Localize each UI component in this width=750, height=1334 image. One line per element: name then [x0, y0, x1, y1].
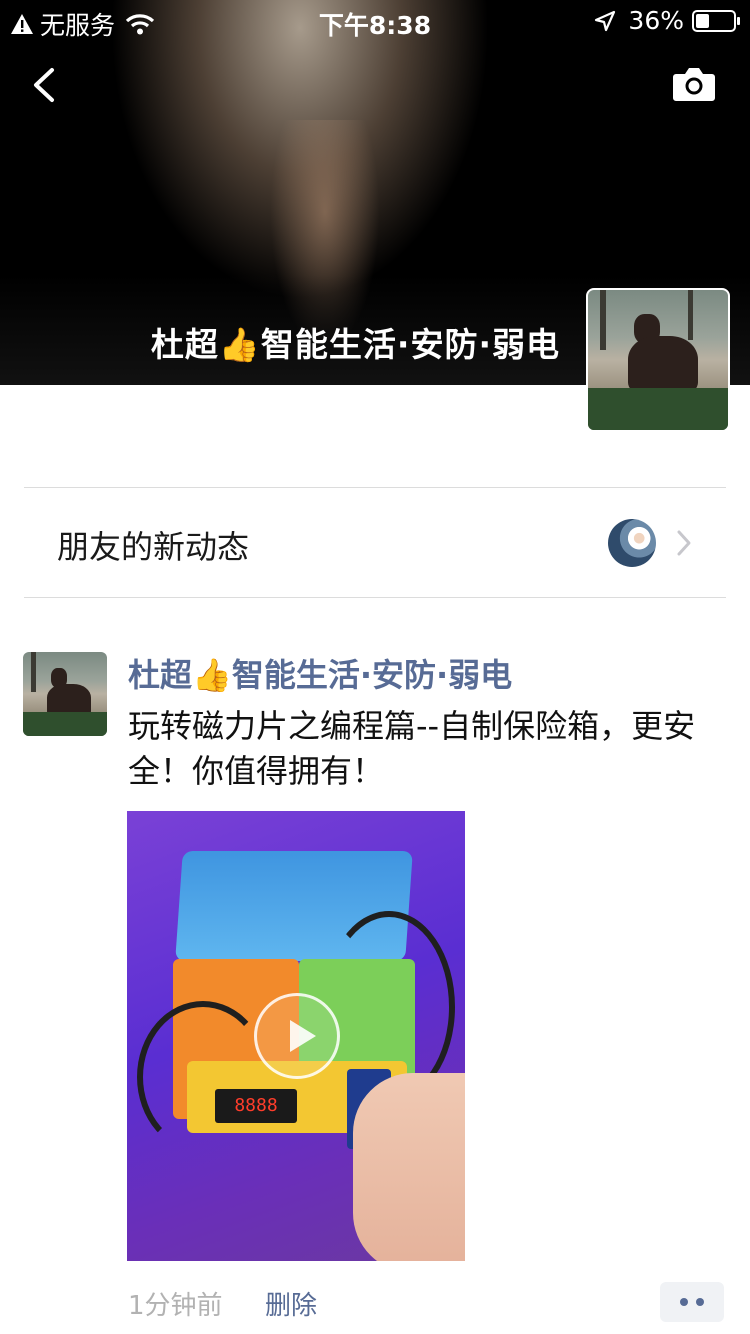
video-hand — [353, 1073, 465, 1261]
more-icon — [680, 1298, 688, 1306]
location-icon — [595, 10, 616, 31]
post-time: 1分钟前 — [128, 1291, 223, 1321]
more-button[interactable] — [660, 1282, 724, 1322]
post-text: 玩转磁力片之编程篇--自制保险箱，更安全！你值得拥有！ — [128, 707, 696, 790]
chevron-right-icon — [677, 530, 691, 556]
battery-icon — [692, 9, 740, 32]
divider-bottom — [24, 597, 726, 598]
back-icon — [34, 68, 54, 102]
camera-icon — [673, 68, 715, 101]
status-bar: 无服务 下午8:38 36% — [0, 0, 750, 40]
battery-percent: 36% — [628, 6, 684, 35]
status-right: 36% — [594, 6, 740, 35]
back-button[interactable] — [26, 62, 66, 108]
friends-updates-label: 朋友的新动态 — [57, 528, 250, 566]
profile-avatar[interactable] — [586, 288, 730, 432]
post-author-name[interactable]: 杜超👍智能生活·安防·弱电 — [128, 650, 512, 696]
play-button[interactable] — [254, 993, 340, 1079]
friend-avatar — [608, 519, 656, 567]
cover-username: 杜超👍智能生活·安防·弱电 — [150, 325, 560, 364]
post-author-avatar[interactable] — [23, 652, 107, 736]
play-icon — [290, 1020, 316, 1052]
video-digit-display: 8888 — [215, 1089, 297, 1123]
delete-link[interactable]: 删除 — [265, 1285, 317, 1322]
post-video[interactable]: 8888 — [127, 811, 465, 1261]
camera-button[interactable] — [672, 66, 716, 102]
friends-updates-row[interactable]: 朋友的新动态 — [24, 488, 726, 598]
